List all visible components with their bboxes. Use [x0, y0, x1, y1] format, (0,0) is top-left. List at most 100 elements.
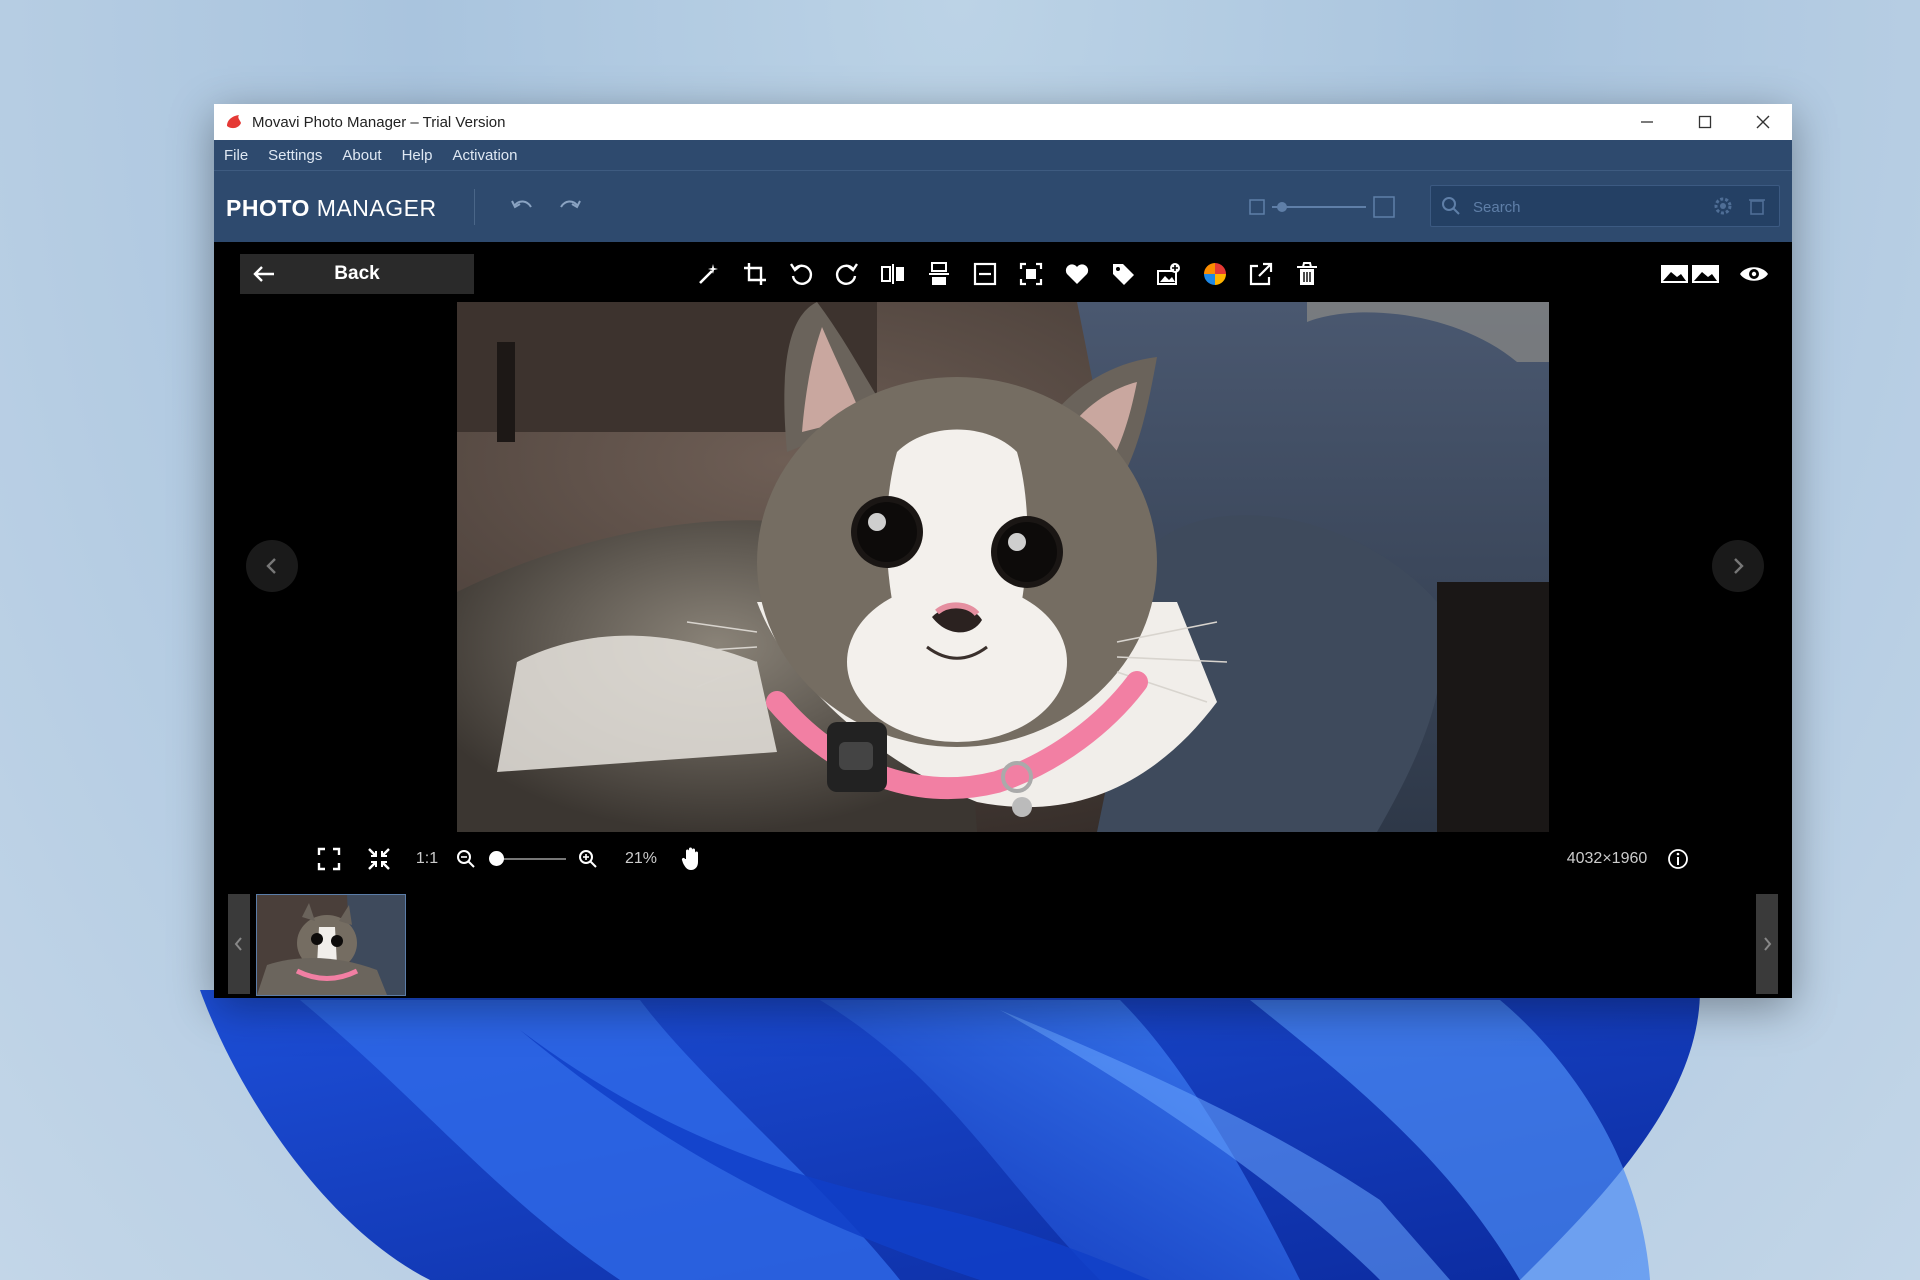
fullscreen-button[interactable] — [314, 844, 344, 874]
fullscreen-icon — [317, 847, 341, 871]
menu-bar: File Settings About Help Activation — [214, 140, 1792, 170]
add-to-album-button[interactable] — [1146, 254, 1192, 294]
color-palette-icon — [1204, 263, 1226, 285]
search-input[interactable] — [1471, 194, 1705, 220]
photo-info-button[interactable] — [1664, 844, 1692, 874]
thumbnail-size-knob — [1277, 202, 1287, 212]
previous-photo-button[interactable] — [246, 540, 298, 592]
resize-icon — [1019, 262, 1043, 286]
chevron-right-icon — [1734, 558, 1744, 574]
rotate-right-icon — [835, 263, 858, 285]
viewer-bottom-bar: 1:1 21% 4032×1960 — [214, 840, 1792, 878]
magic-enhance-button[interactable] — [686, 254, 732, 294]
rotate-left-button[interactable] — [778, 254, 824, 294]
search-box — [1430, 185, 1780, 227]
chevron-left-icon — [234, 937, 242, 951]
photo-viewer: Back 1:1 21% 4032×1960 — [214, 242, 1792, 998]
filmstrip-next-button[interactable] — [1756, 894, 1778, 994]
filmstrip — [214, 882, 1792, 996]
minimize-icon — [1641, 121, 1653, 123]
crop-button[interactable] — [732, 254, 778, 294]
magic-wand-icon — [699, 264, 718, 284]
close-icon — [1756, 115, 1770, 129]
heart-icon — [1065, 264, 1089, 284]
pan-tool-button[interactable] — [676, 844, 706, 874]
crop-icon — [744, 263, 766, 285]
cat-photo — [457, 302, 1549, 832]
zoom-in-button[interactable] — [576, 844, 600, 874]
gear-icon[interactable] — [1713, 196, 1733, 216]
flip-vertical-button[interactable] — [916, 254, 962, 294]
menu-settings[interactable]: Settings — [268, 147, 322, 164]
share-icon — [1249, 262, 1273, 286]
compare-icon — [1661, 265, 1719, 283]
flip-horizontal-icon — [881, 264, 904, 284]
app-window: Movavi Photo Manager – Trial Version Fil… — [214, 104, 1792, 998]
trash-icon — [1297, 262, 1317, 285]
small-thumbnail-icon — [1249, 199, 1265, 215]
back-button[interactable]: Back — [240, 254, 474, 294]
favorite-button[interactable] — [1054, 254, 1100, 294]
movavi-logo-icon — [227, 115, 241, 129]
filmstrip-prev-button[interactable] — [228, 894, 250, 994]
flip-vertical-icon — [929, 262, 949, 285]
app-header: PHOTO MANAGER — [214, 170, 1792, 243]
compare-view-button[interactable] — [1658, 258, 1722, 290]
hand-icon — [681, 847, 698, 870]
resize-button[interactable] — [1008, 254, 1054, 294]
window-title: Movavi Photo Manager – Trial Version — [252, 113, 506, 131]
info-icon — [1668, 849, 1688, 869]
undo-icon — [511, 200, 532, 209]
menu-activation[interactable]: Activation — [452, 147, 517, 164]
zoom-out-icon — [457, 850, 475, 868]
delete-button[interactable] — [1284, 254, 1330, 294]
large-thumbnail-icon — [1373, 196, 1395, 218]
next-photo-button[interactable] — [1712, 540, 1764, 592]
actual-size-button[interactable]: 1:1 — [410, 844, 444, 874]
edit-toolbar — [686, 254, 1330, 294]
zoom-in-icon — [579, 850, 597, 868]
brand-bold: PHOTO — [226, 195, 310, 221]
filmstrip-thumbnail[interactable] — [256, 894, 406, 996]
chevron-right-icon — [1764, 937, 1772, 951]
tag-icon — [1113, 264, 1134, 285]
menu-help[interactable]: Help — [402, 147, 433, 164]
menu-file[interactable]: File — [224, 147, 248, 164]
redo-button[interactable] — [552, 189, 588, 225]
window-controls — [1618, 104, 1792, 140]
fit-to-window-button[interactable] — [364, 844, 394, 874]
straighten-button[interactable] — [962, 254, 1008, 294]
preview-toggle-button[interactable] — [1736, 258, 1772, 290]
redo-icon — [560, 200, 581, 209]
brand-logo: PHOTO MANAGER — [226, 195, 437, 222]
zoom-slider-knob[interactable] — [489, 851, 504, 866]
back-label: Back — [334, 263, 380, 284]
close-button[interactable] — [1734, 104, 1792, 140]
menu-about[interactable]: About — [342, 147, 381, 164]
add-album-icon — [1157, 263, 1180, 285]
undo-button[interactable] — [504, 189, 540, 225]
zoom-out-button[interactable] — [454, 844, 478, 874]
clear-search-icon[interactable] — [1747, 196, 1767, 216]
tag-button[interactable] — [1100, 254, 1146, 294]
straighten-icon — [973, 262, 997, 286]
zoom-percent: 21% — [624, 850, 658, 867]
flip-horizontal-button[interactable] — [870, 254, 916, 294]
rotate-right-button[interactable] — [824, 254, 870, 294]
rotate-left-icon — [790, 263, 813, 285]
title-bar: Movavi Photo Manager – Trial Version — [214, 104, 1792, 140]
brand-light: MANAGER — [316, 195, 437, 221]
color-adjust-button[interactable] — [1192, 254, 1238, 294]
share-button[interactable] — [1238, 254, 1284, 294]
maximize-button[interactable] — [1676, 104, 1734, 140]
search-icon — [1442, 197, 1460, 215]
fit-to-window-icon — [368, 848, 390, 870]
image-dimensions: 4032×1960 — [1566, 850, 1648, 867]
maximize-icon — [1698, 115, 1712, 129]
header-divider — [474, 189, 475, 225]
eye-icon — [1740, 267, 1768, 281]
minimize-button[interactable] — [1618, 104, 1676, 140]
chevron-left-icon — [266, 558, 276, 574]
zoom-slider-track[interactable] — [496, 858, 566, 860]
thumbnail-size-slider[interactable] — [1248, 193, 1398, 221]
